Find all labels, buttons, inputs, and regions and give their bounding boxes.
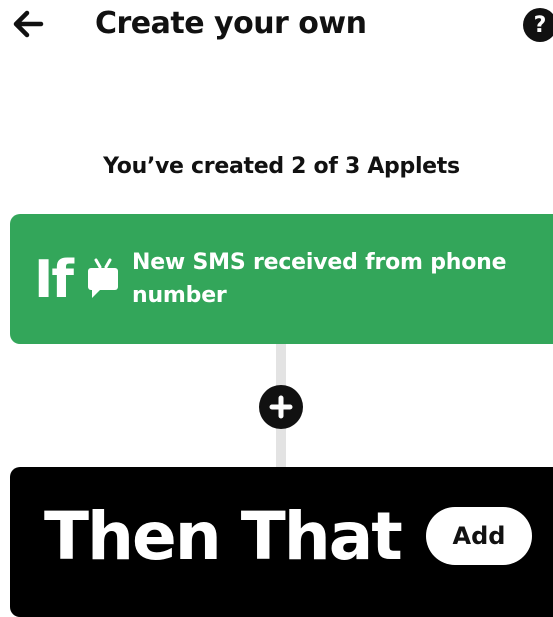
add-action-button[interactable]: Add xyxy=(426,507,532,565)
page-title: Create your own xyxy=(95,6,367,41)
trigger-description: New SMS received from phone number xyxy=(132,250,507,308)
if-label: If xyxy=(34,250,74,310)
then-that-card: Then That Add xyxy=(10,467,553,617)
if-trigger-card[interactable]: If New SMS received from phone number xyxy=(10,214,553,344)
header-bar: Create your own ? xyxy=(0,0,553,60)
question-mark-icon: ? xyxy=(533,12,547,38)
back-button[interactable] xyxy=(10,6,46,42)
plus-icon xyxy=(269,395,293,419)
arrow-left-icon xyxy=(13,10,44,38)
help-button[interactable]: ? xyxy=(523,8,553,42)
add-step-button[interactable] xyxy=(259,385,303,429)
applet-counter: You’ve created 2 of 3 Applets xyxy=(103,154,460,179)
sms-icon xyxy=(88,258,118,298)
then-that-label: Then That xyxy=(44,498,403,575)
